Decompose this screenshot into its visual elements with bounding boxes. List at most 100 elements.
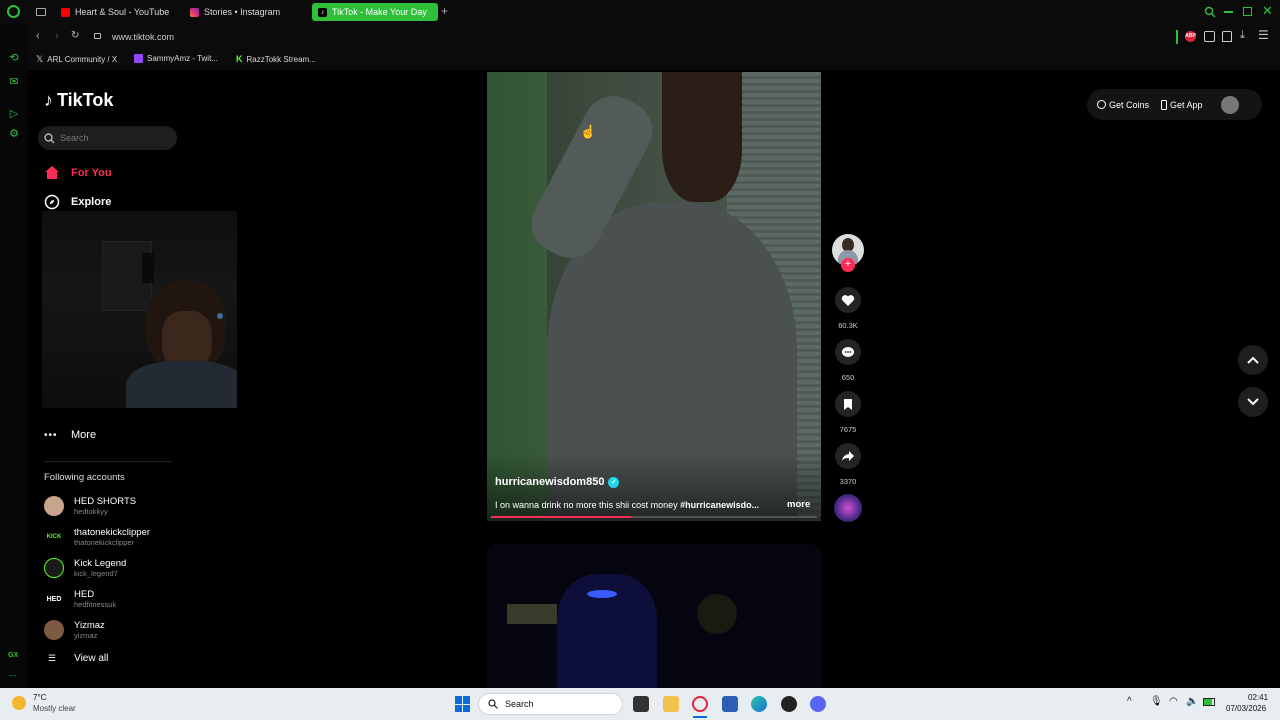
sidebar-divider: [44, 461, 172, 462]
vpn-icon[interactable]: [1222, 31, 1232, 42]
opera-gx-taskbar-icon[interactable]: [692, 696, 708, 712]
next-video-preview[interactable]: [487, 544, 821, 688]
get-app-label: Get App: [1170, 99, 1203, 110]
url-field[interactable]: www.tiktok.com: [112, 32, 174, 42]
get-app-button[interactable]: Get App: [1161, 99, 1203, 110]
avatar: [44, 496, 64, 516]
caption-hashtag[interactable]: #hurricanewisdo...: [680, 500, 759, 510]
store-icon[interactable]: [722, 696, 738, 712]
weather-icon[interactable]: [12, 696, 26, 710]
tab-islands-icon[interactable]: [36, 8, 46, 16]
tab-label: Stories • Instagram: [204, 7, 281, 17]
close-window-icon[interactable]: ✕: [1262, 3, 1273, 19]
instagram-icon: [190, 7, 199, 17]
music-disc-icon[interactable]: [834, 494, 862, 522]
download-icon[interactable]: ⤓: [1240, 29, 1245, 42]
account-item[interactable]: Kick Legend kick_legend7: [44, 554, 184, 582]
opera-gx-logo-icon[interactable]: [7, 5, 20, 18]
search-tabs-icon[interactable]: [1204, 6, 1216, 18]
phone-icon: [1161, 99, 1168, 110]
author-name: hurricanewisdom850: [495, 476, 605, 488]
obs-icon[interactable]: [781, 696, 797, 712]
bookmark-arl[interactable]: 𝕏 ARL Community / X: [36, 54, 117, 65]
browser-tab-bar: Heart & Soul - YouTube Stories • Instagr…: [0, 0, 1280, 24]
gx-corner-icon[interactable]: ⟲: [8, 52, 20, 64]
battery-icon[interactable]: [1203, 698, 1215, 706]
tiktok-note-icon: ♪: [44, 90, 53, 110]
get-coins-label: Get Coins: [1109, 99, 1150, 110]
search-input[interactable]: Search: [38, 126, 177, 150]
video-author[interactable]: hurricanewisdom850 ✓: [495, 476, 620, 488]
next-video-button[interactable]: [1238, 387, 1268, 417]
share-icon: [842, 451, 854, 461]
nav-more[interactable]: ••• More: [44, 429, 96, 441]
file-explorer-icon[interactable]: [663, 696, 679, 712]
forward-icon[interactable]: ›: [55, 30, 59, 42]
save-count: 7675: [839, 425, 857, 434]
wifi-icon[interactable]: ◠: [1169, 696, 1178, 707]
previous-video-button[interactable]: [1238, 345, 1268, 375]
extensions-icon[interactable]: [1204, 31, 1215, 42]
taskbar-search[interactable]: Search: [478, 693, 623, 715]
taskbar-search-label: Search: [505, 699, 534, 709]
tab-youtube[interactable]: Heart & Soul - YouTube: [55, 3, 175, 21]
save-button[interactable]: [835, 391, 861, 417]
avatar: HED: [44, 589, 64, 609]
comment-icon: [842, 346, 854, 357]
video-player[interactable]: hurricanewisdom850 ✓ I on wanna drink no…: [487, 72, 821, 521]
profile-avatar[interactable]: [1220, 95, 1239, 114]
progress-fill: [491, 516, 631, 518]
caption-text: I on wanna drink no more this shii cost …: [495, 500, 681, 510]
webcam-object: [142, 253, 154, 283]
account-item[interactable]: Yizmaz yizmaz: [44, 616, 184, 644]
taskview-icon[interactable]: [633, 696, 649, 712]
microphone-icon[interactable]: 🎙: [1150, 696, 1163, 707]
search-icon: [488, 699, 498, 709]
video-caption: I on wanna drink no more this shii cost …: [495, 500, 815, 510]
tray-expand-icon[interactable]: ^: [1127, 696, 1132, 707]
new-tab-button[interactable]: +: [441, 4, 448, 18]
view-all-button[interactable]: ☰ View all: [48, 653, 108, 664]
menu-icon[interactable]: ☰: [1258, 28, 1269, 42]
back-icon[interactable]: ‹: [36, 30, 40, 42]
windows-logo-pane: [463, 696, 470, 704]
settings-icon[interactable]: ⚙: [8, 128, 20, 140]
clock-date[interactable]: 07/03/2026: [1226, 704, 1266, 713]
twitch-icon: [134, 54, 143, 63]
volume-icon[interactable]: 🔈: [1186, 696, 1198, 707]
tiktok-logo[interactable]: ♪ TikTok: [44, 90, 113, 111]
logo-text: TikTok: [57, 90, 114, 110]
like-button[interactable]: [835, 287, 861, 313]
minimize-icon[interactable]: [1224, 11, 1233, 13]
nav-for-you[interactable]: For You: [44, 165, 112, 180]
caption-more-button[interactable]: more: [787, 499, 810, 510]
account-item[interactable]: HED HED hedfitnessuk: [44, 585, 184, 613]
discord-icon[interactable]: [810, 696, 826, 712]
edge-icon[interactable]: [751, 696, 767, 712]
get-coins-button[interactable]: Get Coins: [1097, 100, 1149, 110]
bookmark-razztokk[interactable]: K RazzTokk Stream...: [236, 54, 316, 64]
maximize-icon[interactable]: [1243, 7, 1252, 16]
follow-plus-icon[interactable]: +: [841, 258, 855, 272]
start-button[interactable]: [455, 696, 471, 712]
bookmark-sammyamz[interactable]: SammyAmz - Twit...: [134, 54, 218, 63]
bookmark-label: ARL Community / X: [47, 55, 118, 64]
bookmark-icon: [844, 398, 852, 410]
account-item[interactable]: KICK thatonekickclipper thatonekickclippe…: [44, 523, 184, 551]
messenger-icon[interactable]: ✉: [8, 76, 20, 88]
clock-time[interactable]: 02:41: [1248, 693, 1268, 702]
player-icon[interactable]: ▷: [8, 108, 20, 120]
reload-icon[interactable]: ↻: [71, 30, 79, 41]
share-button[interactable]: [835, 443, 861, 469]
tab-tiktok[interactable]: ♪ TikTok - Make Your Day: [312, 3, 438, 21]
comment-button[interactable]: [835, 339, 861, 365]
adblock-icon[interactable]: ABP: [1185, 31, 1196, 42]
coin-icon: [1097, 100, 1106, 109]
windows-taskbar: 7°C Mostly clear Search ^ 🎙 ◠ 🔈 02:41 07…: [0, 688, 1280, 720]
rail-more-icon[interactable]: ...: [9, 668, 17, 678]
gx-label[interactable]: GX: [8, 652, 18, 659]
account-item[interactable]: HED SHORTS hedtokkyy: [44, 492, 184, 520]
tab-instagram[interactable]: Stories • Instagram: [184, 3, 286, 21]
nav-explore[interactable]: Explore: [44, 194, 111, 210]
temperature: 7°C: [33, 693, 47, 702]
